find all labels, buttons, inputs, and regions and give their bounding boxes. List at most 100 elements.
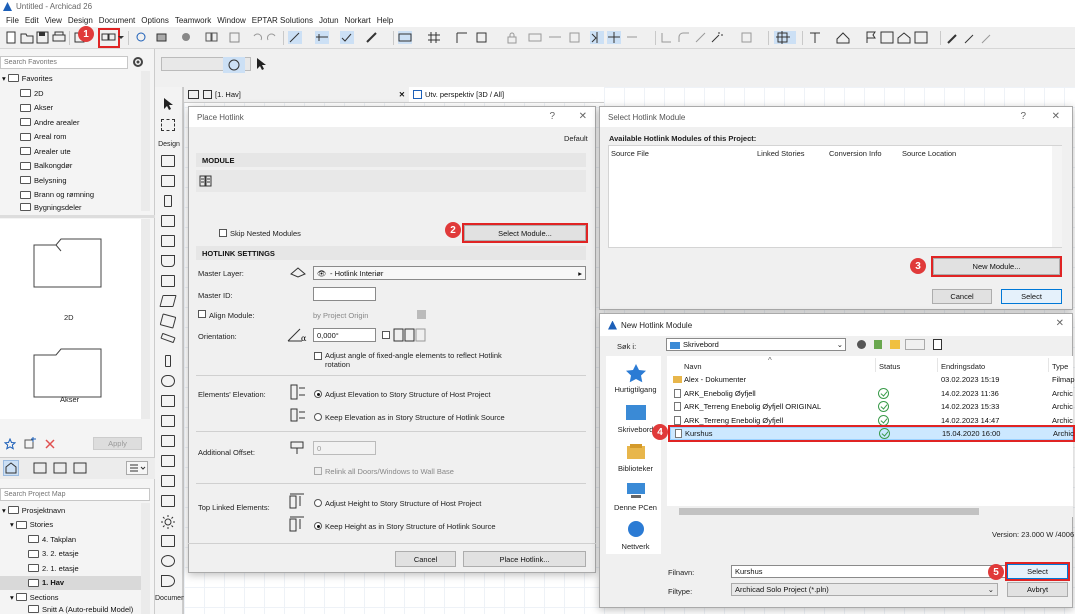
close-icon[interactable]: ✕ xyxy=(1056,318,1064,329)
menu-teamwork[interactable]: Teamwork xyxy=(172,16,214,25)
modules-list[interactable] xyxy=(608,145,1062,248)
offset-icon[interactable] xyxy=(694,31,708,44)
menu-document[interactable]: Document xyxy=(96,16,138,25)
column-tool-icon[interactable] xyxy=(161,235,175,247)
file-row-selected[interactable]: Kurshus 15.04.2020 16:00 Archic xyxy=(668,425,1075,442)
favorite-item[interactable]: Balkongdør xyxy=(20,159,72,174)
wall-tool-icon[interactable] xyxy=(161,155,175,167)
view-map-icon[interactable] xyxy=(33,462,47,474)
fillet-icon[interactable] xyxy=(677,31,691,44)
project-map-item[interactable]: 2. 1. etasje xyxy=(28,561,79,576)
skip-nested-checkbox[interactable] xyxy=(219,229,227,237)
lock-icon[interactable] xyxy=(505,31,519,44)
renovation-icon[interactable] xyxy=(774,31,796,44)
up-folder-icon[interactable] xyxy=(874,340,882,349)
menu-eptar-solutions[interactable]: EPTAR Solutions xyxy=(249,16,316,25)
zone-icon[interactable] xyxy=(568,31,582,44)
snap-guides-icon[interactable] xyxy=(288,31,302,44)
lamp-tool-icon[interactable] xyxy=(161,435,175,447)
add-favorite-icon[interactable] xyxy=(24,437,36,449)
help-icon[interactable]: ? xyxy=(1020,111,1026,122)
mouse-pointer-icon[interactable] xyxy=(134,31,148,44)
curtain-wall-tool-icon[interactable] xyxy=(161,215,175,227)
sun-icon[interactable] xyxy=(161,515,175,529)
delete-icon[interactable] xyxy=(44,438,56,450)
options-menu-icon[interactable] xyxy=(126,461,148,475)
favorite-item[interactable]: Belysning xyxy=(20,173,67,188)
modules-list-scrollbar[interactable] xyxy=(1052,146,1062,247)
grid-icon[interactable] xyxy=(427,31,441,44)
image-icon[interactable] xyxy=(914,31,928,44)
magic-wand-icon[interactable] xyxy=(710,31,724,44)
select-button[interactable]: Select xyxy=(1001,289,1062,304)
syringe-icon[interactable] xyxy=(963,31,977,44)
column-conversion-info[interactable]: Conversion Info xyxy=(829,149,882,158)
new-file-icon[interactable] xyxy=(4,31,18,44)
master-layer-select[interactable]: 👁 - Hotlink Interiør ▸ xyxy=(313,266,586,280)
morph-tool-icon[interactable] xyxy=(161,475,175,487)
project-map-item[interactable]: ▾ Prosjektnavn xyxy=(2,503,65,518)
filetype-select[interactable]: Archicad Solo Project (*.pln) ⌄ xyxy=(731,583,998,596)
cut-icon[interactable] xyxy=(740,31,754,44)
new-hotlink-select-button[interactable]: Select xyxy=(1005,562,1070,581)
cancel-button[interactable]: Cancel xyxy=(932,289,992,304)
favorites-icon[interactable] xyxy=(980,31,994,44)
menu-file[interactable]: File xyxy=(3,16,22,25)
view-menu-icon[interactable] xyxy=(905,339,925,350)
orbit-icon[interactable] xyxy=(223,57,245,73)
offset-input[interactable]: 0 xyxy=(313,441,376,455)
door-tool-icon[interactable] xyxy=(161,175,175,187)
zone-tool-icon[interactable] xyxy=(161,395,175,407)
chevron-down-icon[interactable] xyxy=(118,31,124,44)
favorite-item[interactable]: Bygningsdeler xyxy=(20,202,82,212)
back-icon[interactable] xyxy=(857,340,866,349)
flag-icon[interactable] xyxy=(864,31,878,44)
beam-tool-icon[interactable] xyxy=(160,332,176,344)
gear-icon[interactable] xyxy=(131,55,145,69)
project-map-item[interactable]: Snitt A (Auto-rebuild Model) xyxy=(28,605,133,614)
dimension-icon[interactable] xyxy=(548,31,562,44)
column-source-location[interactable]: Source Location xyxy=(902,149,956,158)
roof-tool-icon[interactable] xyxy=(159,295,177,307)
teamwork-icon[interactable] xyxy=(228,31,242,44)
favorites-scrollbar[interactable] xyxy=(141,71,150,211)
project-map-icon[interactable] xyxy=(3,460,19,476)
split-icon[interactable] xyxy=(660,31,674,44)
guide-lines-icon[interactable] xyxy=(315,31,329,44)
stair-tool-icon[interactable] xyxy=(161,255,175,267)
favorite-item[interactable]: Akser xyxy=(20,101,53,116)
file-list-hscrollbar[interactable] xyxy=(667,506,1073,517)
menu-view[interactable]: View xyxy=(42,16,65,25)
menu-window[interactable]: Window xyxy=(214,16,248,25)
favorite-item[interactable]: Areal rom xyxy=(20,130,67,145)
element-info-icon[interactable] xyxy=(455,31,469,44)
menu-help[interactable]: Help xyxy=(374,16,396,25)
column-date[interactable]: Endringsdato xyxy=(941,362,985,371)
file-row[interactable]: ARK_Terreng Enebolig Øyfjell ORIGINAL 14… xyxy=(670,400,1073,413)
search-in-select[interactable]: Skrivebord ⌄ xyxy=(666,338,846,351)
place-libraries[interactable]: Biblioteker xyxy=(608,442,663,473)
close-icon[interactable]: ✕ xyxy=(579,111,587,122)
filename-input[interactable]: Kurshus xyxy=(731,565,1022,578)
preview-scrollbar[interactable] xyxy=(141,219,150,419)
column-name[interactable]: Navn xyxy=(684,362,702,371)
file-row[interactable]: ARK_Enebolig Øyfjell 14.02.2023 11:36 Ar… xyxy=(670,387,1073,400)
new-folder-icon[interactable] xyxy=(890,340,900,349)
floor-plan-icon[interactable] xyxy=(880,31,894,44)
menu-design[interactable]: Design xyxy=(65,16,96,25)
pen-icon[interactable] xyxy=(365,31,379,44)
camera-tool-icon[interactable] xyxy=(161,535,175,547)
object-tool-icon[interactable] xyxy=(161,415,175,427)
text-style-icon[interactable] xyxy=(808,31,822,44)
menu-jotun[interactable]: Jotun xyxy=(316,16,342,25)
elevation-tool-icon[interactable] xyxy=(161,495,175,507)
mesh-tool-icon[interactable] xyxy=(161,375,175,387)
help-icon[interactable]: ? xyxy=(549,111,555,122)
place-network[interactable]: Nettverk xyxy=(608,520,663,551)
search-project-map-input[interactable] xyxy=(0,488,150,501)
gravity-icon[interactable] xyxy=(398,31,412,44)
redo-icon[interactable] xyxy=(265,31,279,44)
window-tool-icon[interactable] xyxy=(164,195,172,207)
elevation-adjust-radio[interactable] xyxy=(314,390,322,398)
undo-icon[interactable] xyxy=(250,31,264,44)
